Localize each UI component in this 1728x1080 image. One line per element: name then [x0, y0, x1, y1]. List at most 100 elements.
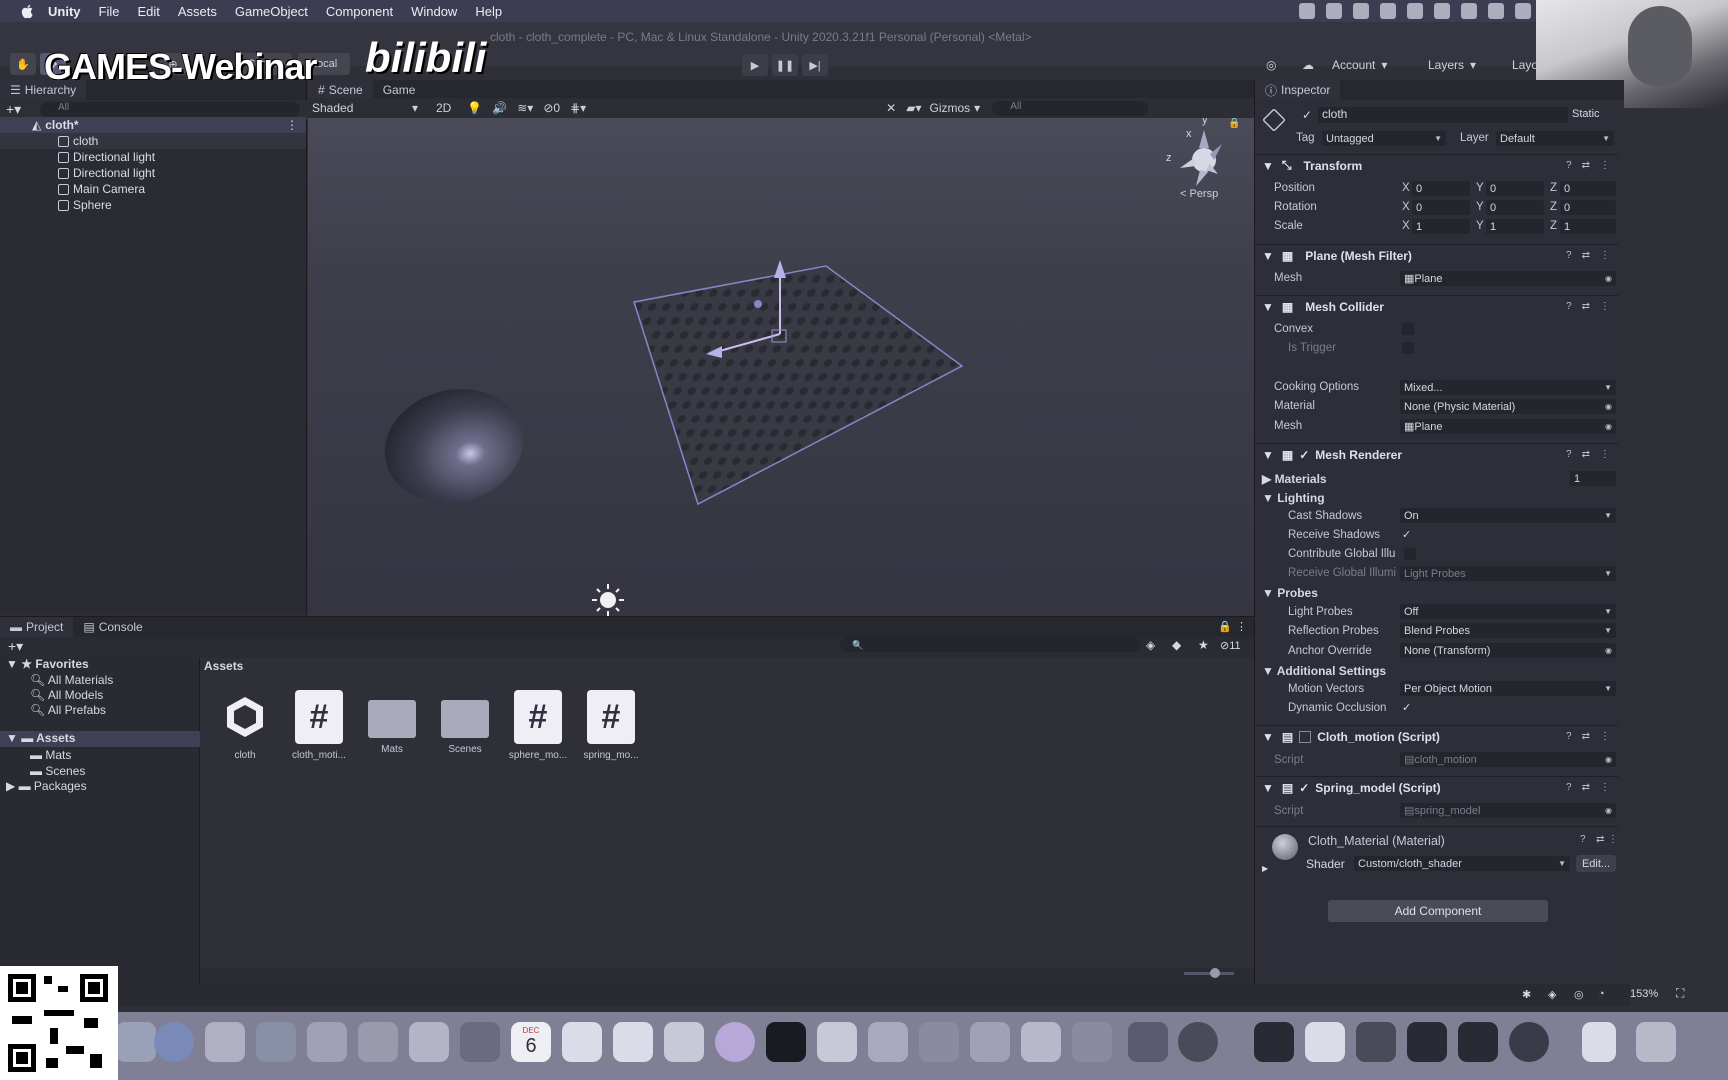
unity-hub-icon[interactable] [1353, 3, 1369, 19]
tab-scene[interactable]: # Scene [308, 80, 373, 100]
lock-icon[interactable]: 🔒 [1218, 620, 1232, 633]
spring-model-header[interactable]: ▼ ▤ ✓ Spring_model (Script) ? ⇄ ⋮ [1256, 776, 1618, 798]
layers-dropdown[interactable]: Layers ▾ [1428, 54, 1500, 76]
fullscreen-icon[interactable]: ⛶ [1676, 986, 1684, 1001]
asset-scenes-folder[interactable]: Scenes [428, 690, 502, 755]
reminders-icon[interactable] [562, 1022, 602, 1062]
help-icon[interactable]: ? [1566, 250, 1572, 261]
projection-label[interactable]: < Persp [1180, 188, 1218, 200]
tab-hierarchy[interactable]: ☰ Hierarchy [0, 80, 87, 100]
transform-header[interactable]: ▼ ⤡ Transform ? ⇄ ⋮ [1256, 154, 1618, 176]
wifi-icon[interactable] [1461, 3, 1477, 19]
hierarchy-search-input[interactable]: All [40, 102, 300, 117]
toggle-2d[interactable]: 2D [436, 101, 451, 115]
more-icon[interactable]: ⋮ [1600, 449, 1610, 460]
materials-count-field[interactable]: 1 [1570, 471, 1616, 486]
music-icon[interactable] [664, 1022, 704, 1062]
tools-icon[interactable]: ✕ [886, 101, 896, 115]
calendar-icon[interactable]: DEC 6 [511, 1022, 551, 1062]
favorite-star-icon[interactable]: ★ [1198, 638, 1209, 652]
camera-icon[interactable]: ▰▾ [906, 101, 921, 115]
help-icon[interactable]: ? [1580, 834, 1586, 845]
more-icon[interactable]: ⋮ [1608, 834, 1618, 845]
cache-icon[interactable]: ◎ [1574, 988, 1584, 1001]
help-icon[interactable]: ? [1566, 782, 1572, 793]
sphere-object[interactable] [373, 375, 536, 518]
favorite-all-materials[interactable]: 🔍︎ All Materials [30, 673, 113, 687]
enabled-checkbox[interactable]: ✓ [1299, 781, 1309, 795]
scale-y-field[interactable]: 1 [1486, 219, 1544, 234]
motion-vectors-dropdown[interactable]: Per Object Motion ▼ [1400, 681, 1616, 696]
apple-icon[interactable] [20, 3, 36, 19]
tab-inspector[interactable]: ⓘ Inspector [1255, 80, 1341, 100]
additional-settings-foldout[interactable]: ▼ Additional Settings [1262, 664, 1386, 678]
shading-dropdown[interactable]: Shaded ▾ [312, 101, 422, 115]
preset-icon[interactable]: ⇄ [1582, 449, 1590, 460]
hidden-packages-toggle[interactable]: ⊘11 [1220, 639, 1241, 652]
help-icon[interactable]: ? [1566, 731, 1572, 742]
lighting-foldout[interactable]: ▼ Lighting [1262, 491, 1325, 505]
photos-icon[interactable] [409, 1022, 449, 1062]
numbers-icon[interactable] [817, 1022, 857, 1062]
favorite-all-prefabs[interactable]: 🔍︎ All Prefabs [30, 703, 106, 717]
menu-window[interactable]: Window [411, 4, 457, 19]
filter-type-icon[interactable]: ◈ [1146, 638, 1155, 652]
assets-folder-row[interactable]: ▼ ▬ Assets [0, 731, 200, 747]
hierarchy-item-main-camera[interactable]: Main Camera [0, 181, 306, 197]
enabled-checkbox[interactable]: ✓ [1299, 448, 1309, 462]
hierarchy-item-directional-light[interactable]: Directional light [0, 165, 306, 181]
lighting-icon[interactable]: 💡 [467, 101, 482, 115]
tab-project[interactable]: ▬ Project [0, 617, 74, 637]
object-picker-icon[interactable]: ◉ [1605, 755, 1612, 764]
unity-editor-icon[interactable] [1407, 1022, 1447, 1062]
collider-material-field[interactable]: None (Physic Material) ◉ [1400, 399, 1616, 414]
mail-icon[interactable] [205, 1022, 245, 1062]
battery-icon[interactable] [1434, 3, 1450, 19]
unity-editor-icon-2[interactable] [1458, 1022, 1498, 1062]
search-icon[interactable] [1515, 3, 1531, 19]
preset-icon[interactable]: ⇄ [1582, 301, 1590, 312]
menu-edit[interactable]: Edit [137, 4, 159, 19]
appletv-icon[interactable] [766, 1022, 806, 1062]
more-icon[interactable]: ⋮ [1600, 731, 1610, 742]
mesh-field[interactable]: ▦ Plane ◉ [1400, 271, 1616, 286]
gizmo-y-arrow[interactable] [774, 260, 786, 278]
pages-icon[interactable] [919, 1022, 959, 1062]
edit-shader-button[interactable]: Edit... [1576, 855, 1616, 872]
collider-mesh-field[interactable]: ▦ Plane ◉ [1400, 419, 1616, 434]
more-icon[interactable]: ⋮ [1600, 301, 1610, 312]
facetime-icon[interactable] [256, 1022, 296, 1062]
breadcrumb[interactable]: Assets [204, 659, 243, 673]
notes-icon[interactable] [613, 1022, 653, 1062]
reflection-probes-dropdown[interactable]: Blend Probes ▼ [1400, 623, 1616, 638]
help-icon[interactable]: ? [1566, 301, 1572, 312]
light-icon[interactable] [592, 584, 624, 616]
mesh-renderer-header[interactable]: ▼ ▦ ✓ Mesh Renderer ? ⇄ ⋮ [1256, 443, 1618, 465]
menu-file[interactable]: File [99, 4, 120, 19]
audio-icon[interactable]: 🔊 [492, 101, 507, 115]
clashx-icon[interactable] [1128, 1022, 1168, 1062]
static-toggle[interactable]: Static [1572, 108, 1600, 120]
pen-app-icon[interactable] [1305, 1022, 1345, 1062]
cloud-icon[interactable]: ☁ [1302, 54, 1314, 76]
asset-mats-folder[interactable]: Mats [355, 690, 429, 755]
material-title[interactable]: Cloth_Material (Material) [1308, 834, 1445, 848]
shader-dropdown[interactable]: Custom/cloth_shader ▼ [1354, 856, 1570, 871]
help-icon[interactable]: ? [1566, 160, 1572, 171]
hierarchy-item-sphere[interactable]: Sphere [0, 197, 306, 213]
object-picker-icon[interactable]: ◉ [1605, 402, 1612, 411]
preset-icon[interactable]: ⇄ [1582, 782, 1590, 793]
scale-z-field[interactable]: 1 [1560, 219, 1616, 234]
position-y-field[interactable]: 0 [1486, 181, 1544, 196]
contribute-gi-checkbox[interactable] [1404, 548, 1416, 560]
step-button[interactable]: ▶| [802, 54, 828, 76]
probes-foldout[interactable]: ▼ Probes [1262, 586, 1318, 600]
layout-dropdown[interactable]: Layo [1512, 54, 1536, 76]
powerpoint-icon[interactable] [1021, 1022, 1061, 1062]
appstore-icon[interactable] [970, 1022, 1010, 1062]
hidden-objects-icon[interactable]: ⊘ [543, 101, 553, 115]
feishu-icon[interactable] [1072, 1022, 1112, 1062]
object-picker-icon[interactable]: ◉ [1605, 422, 1612, 431]
folder-mats[interactable]: ▬ Mats [30, 748, 71, 762]
cooking-options-dropdown[interactable]: Mixed... ▼ [1400, 380, 1616, 395]
